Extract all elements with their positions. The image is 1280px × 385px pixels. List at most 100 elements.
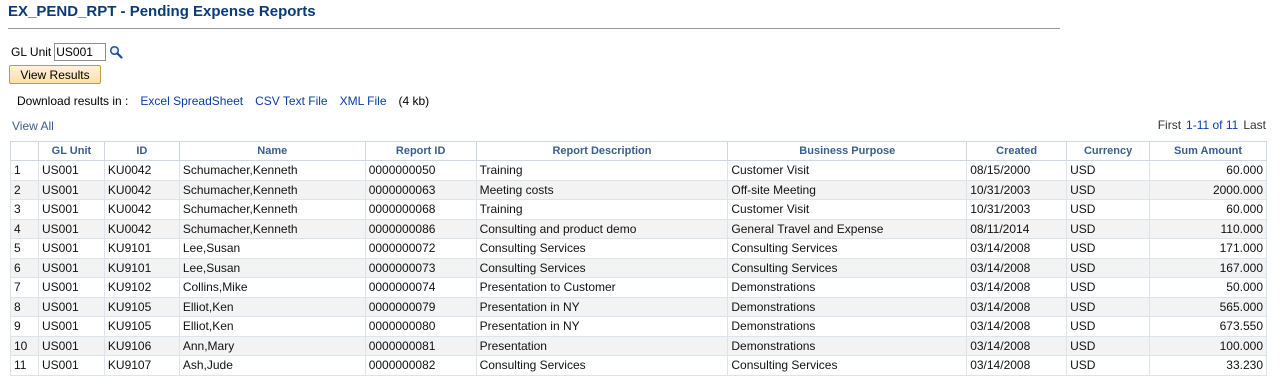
currency-cell: USD xyxy=(1066,335,1151,356)
col-header-gl-unit[interactable]: GL Unit xyxy=(37,141,105,161)
row-number: 4 xyxy=(10,218,39,239)
report-description-cell: Presentation in NY xyxy=(475,316,729,337)
currency-cell: USD xyxy=(1066,218,1151,239)
created-cell: 03/14/2008 xyxy=(966,316,1068,337)
report-description-cell: Consulting Services xyxy=(475,257,729,278)
excel-download-link[interactable]: Excel SpreadSheet xyxy=(140,94,243,108)
table-row: 7 US001 KU9102 Collins,Mike 0000000074 Presen… xyxy=(10,277,1267,298)
sum-amount-cell: 60.000 xyxy=(1149,160,1267,181)
name-cell: Schumacher,Kenneth xyxy=(178,179,366,200)
table-row: 6 US001 KU9101 Lee,Susan 0000000073 Consultin… xyxy=(10,257,1267,278)
table-row: 9 US001 KU9105 Elliot,Ken 0000000080 Presenta… xyxy=(10,316,1267,337)
name-cell: Elliot,Ken xyxy=(178,296,366,317)
report-id-cell: 0000000074 xyxy=(364,277,477,298)
sum-amount-cell: 171.000 xyxy=(1149,238,1267,259)
row-number: 1 xyxy=(10,160,39,181)
business-purpose-cell: Consulting Services xyxy=(727,257,968,278)
currency-cell: USD xyxy=(1066,296,1151,317)
pager-first[interactable]: First xyxy=(1158,118,1181,132)
name-cell: Collins,Mike xyxy=(178,277,366,298)
business-purpose-cell: Demonstrations xyxy=(727,316,968,337)
pager-range: 1-11 of 11 xyxy=(1186,118,1239,132)
report-description-cell: Training xyxy=(475,199,729,220)
business-purpose-cell: Demonstrations xyxy=(727,335,968,356)
gl-unit-cell: US001 xyxy=(37,335,105,356)
currency-cell: USD xyxy=(1066,179,1151,200)
id-cell: KU9105 xyxy=(103,296,180,317)
business-purpose-cell: General Travel and Expense xyxy=(727,218,968,239)
page-title: EX_PEND_RPT - Pending Expense Reports xyxy=(8,3,316,20)
business-purpose-cell: Demonstrations xyxy=(727,296,968,317)
row-number: 7 xyxy=(10,277,39,298)
grid-header-row: GL Unit ID Name Report ID Report Descrip… xyxy=(10,141,1267,161)
col-header-created[interactable]: Created xyxy=(966,141,1068,161)
xml-download-link[interactable]: XML File xyxy=(340,94,387,108)
report-description-cell: Presentation in NY xyxy=(475,296,729,317)
id-cell: KU9106 xyxy=(103,335,180,356)
table-row: 3 US001 KU0042 Schumacher,Kenneth 0000000068… xyxy=(10,199,1267,220)
name-cell: Schumacher,Kenneth xyxy=(178,160,366,181)
col-header-name[interactable]: Name xyxy=(178,141,366,161)
sum-amount-cell: 33.230 xyxy=(1149,355,1267,376)
sum-amount-cell: 673.550 xyxy=(1149,316,1267,337)
row-number: 5 xyxy=(10,238,39,259)
col-header-business-purpose[interactable]: Business Purpose xyxy=(727,141,968,161)
csv-download-link[interactable]: CSV Text File xyxy=(255,94,327,108)
view-all-link[interactable]: View All xyxy=(12,119,54,133)
currency-cell: USD xyxy=(1066,257,1151,278)
sum-amount-cell: 110.000 xyxy=(1149,218,1267,239)
name-cell: Schumacher,Kenneth xyxy=(178,218,366,239)
created-cell: 03/14/2008 xyxy=(966,296,1068,317)
col-header-currency[interactable]: Currency xyxy=(1066,141,1151,161)
id-cell: KU9102 xyxy=(103,277,180,298)
business-purpose-cell: Customer Visit xyxy=(727,160,968,181)
currency-cell: USD xyxy=(1066,277,1151,298)
gl-unit-cell: US001 xyxy=(37,316,105,337)
business-purpose-cell: Consulting Services xyxy=(727,355,968,376)
report-description-cell: Consulting Services xyxy=(475,355,729,376)
gl-unit-cell: US001 xyxy=(37,296,105,317)
id-cell: KU0042 xyxy=(103,218,180,239)
sum-amount-cell: 167.000 xyxy=(1149,257,1267,278)
business-purpose-cell: Demonstrations xyxy=(727,277,968,298)
report-id-cell: 0000000068 xyxy=(364,199,477,220)
row-number: 11 xyxy=(10,355,39,376)
lookup-icon[interactable] xyxy=(109,45,123,59)
download-size: (4 kb) xyxy=(398,94,430,108)
table-row: 2 US001 KU0042 Schumacher,Kenneth 0000000063… xyxy=(10,179,1267,200)
table-row: 8 US001 KU9105 Elliot,Ken 0000000079 Presenta… xyxy=(10,296,1267,317)
download-row: Download results in : Excel SpreadSheet … xyxy=(17,94,441,108)
sum-amount-cell: 50.000 xyxy=(1149,277,1267,298)
row-number: 6 xyxy=(10,257,39,278)
created-cell: 08/11/2014 xyxy=(966,218,1068,239)
created-cell: 03/14/2008 xyxy=(966,335,1068,356)
view-results-button[interactable]: View Results xyxy=(9,65,101,84)
id-cell: KU0042 xyxy=(103,160,180,181)
id-cell: KU0042 xyxy=(103,179,180,200)
col-header-report-id[interactable]: Report ID xyxy=(364,141,477,161)
gl-unit-input[interactable] xyxy=(54,43,107,61)
col-header-report-description[interactable]: Report Description xyxy=(475,141,729,161)
name-cell: Ann,Mary xyxy=(178,335,366,356)
gl-unit-cell: US001 xyxy=(37,160,105,181)
pager-last[interactable]: Last xyxy=(1243,118,1266,132)
sum-amount-cell: 60.000 xyxy=(1149,199,1267,220)
row-number: 3 xyxy=(10,199,39,220)
table-row: 4 US001 KU0042 Schumacher,Kenneth 0000000086… xyxy=(10,218,1267,239)
report-description-cell: Consulting Services xyxy=(475,238,729,259)
row-number: 9 xyxy=(10,316,39,337)
col-header-id[interactable]: ID xyxy=(103,141,180,161)
col-header-sum-amount[interactable]: Sum Amount xyxy=(1149,141,1267,161)
report-id-cell: 0000000082 xyxy=(364,355,477,376)
gl-unit-row: GL Unit xyxy=(11,43,123,61)
report-description-cell: Presentation xyxy=(475,335,729,356)
currency-cell: USD xyxy=(1066,316,1151,337)
name-cell: Elliot,Ken xyxy=(178,316,366,337)
name-cell: Ash,Jude xyxy=(178,355,366,376)
report-description-cell: Presentation to Customer xyxy=(475,277,729,298)
title-divider xyxy=(8,28,1060,29)
id-cell: KU0042 xyxy=(103,199,180,220)
sum-amount-cell: 2000.000 xyxy=(1149,179,1267,200)
id-cell: KU9101 xyxy=(103,238,180,259)
created-cell: 03/14/2008 xyxy=(966,238,1068,259)
